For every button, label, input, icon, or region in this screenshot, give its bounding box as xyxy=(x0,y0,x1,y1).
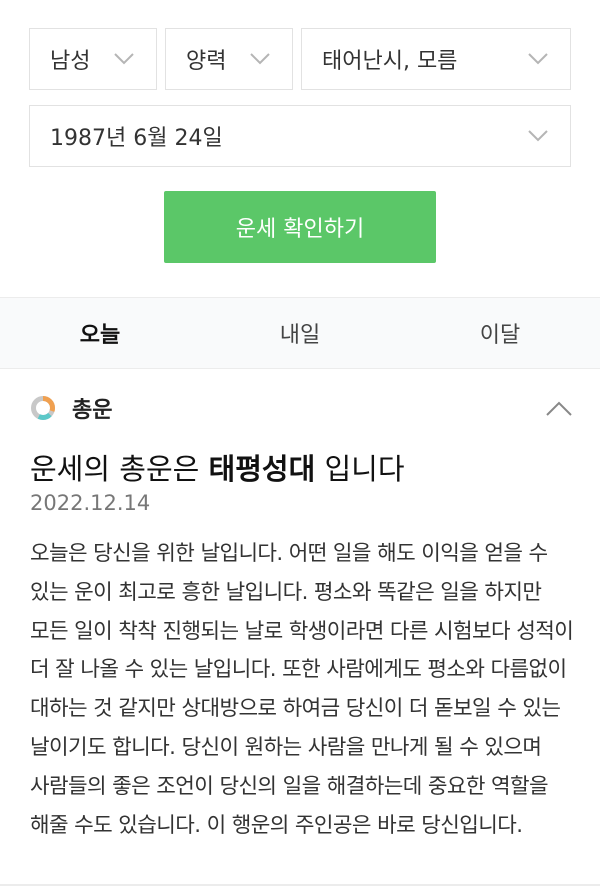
tab-this-month[interactable]: 이달 xyxy=(400,298,600,368)
chevron-up-icon[interactable] xyxy=(546,400,572,416)
section-title: 총운 xyxy=(72,398,113,423)
birth-date-select[interactable]: 1987년 6월 24일 xyxy=(29,105,571,167)
fortune-date: 2022.12.14 xyxy=(30,491,151,515)
birth-time-value: 태어난시, 모름 xyxy=(322,49,458,74)
fortune-headline: 운세의 총운은 태평성대 입니다 xyxy=(30,446,405,488)
birth-time-select[interactable]: 태어난시, 모름 xyxy=(301,28,571,90)
fortune-section-header[interactable]: 총운 xyxy=(30,390,572,426)
gender-value: 남성 xyxy=(50,49,91,74)
fortune-body: 오늘은 당신을 위한 날입니다. 어떤 일을 해도 이익을 얻을 수 있는 운이… xyxy=(30,541,574,838)
calendar-value: 양력 xyxy=(186,49,227,74)
chevron-down-icon xyxy=(114,53,134,65)
tab-today[interactable]: 오늘 xyxy=(0,298,200,368)
headline-prefix: 운세의 총운은 xyxy=(30,452,209,486)
gender-select[interactable]: 남성 xyxy=(29,28,157,90)
check-fortune-label: 운세 확인하기 xyxy=(235,217,365,242)
headline-suffix: 입니다 xyxy=(315,452,405,486)
tab-today-label: 오늘 xyxy=(79,323,121,348)
tab-tomorrow[interactable]: 내일 xyxy=(200,298,400,368)
calendar-select[interactable]: 양력 xyxy=(165,28,293,90)
tab-tomorrow-label: 내일 xyxy=(279,323,321,348)
tab-this-month-label: 이달 xyxy=(479,323,521,348)
section-title-group: 총운 xyxy=(30,392,112,424)
chevron-down-icon xyxy=(528,130,548,142)
headline-emphasis: 태평성대 xyxy=(208,452,316,486)
chevron-down-icon xyxy=(250,53,270,65)
period-tabs: 오늘 내일 이달 xyxy=(0,297,600,369)
chevron-down-icon xyxy=(528,53,548,65)
birth-date-value: 1987년 6월 24일 xyxy=(50,126,223,151)
donut-icon xyxy=(31,396,55,420)
check-fortune-button[interactable]: 운세 확인하기 xyxy=(164,191,436,263)
